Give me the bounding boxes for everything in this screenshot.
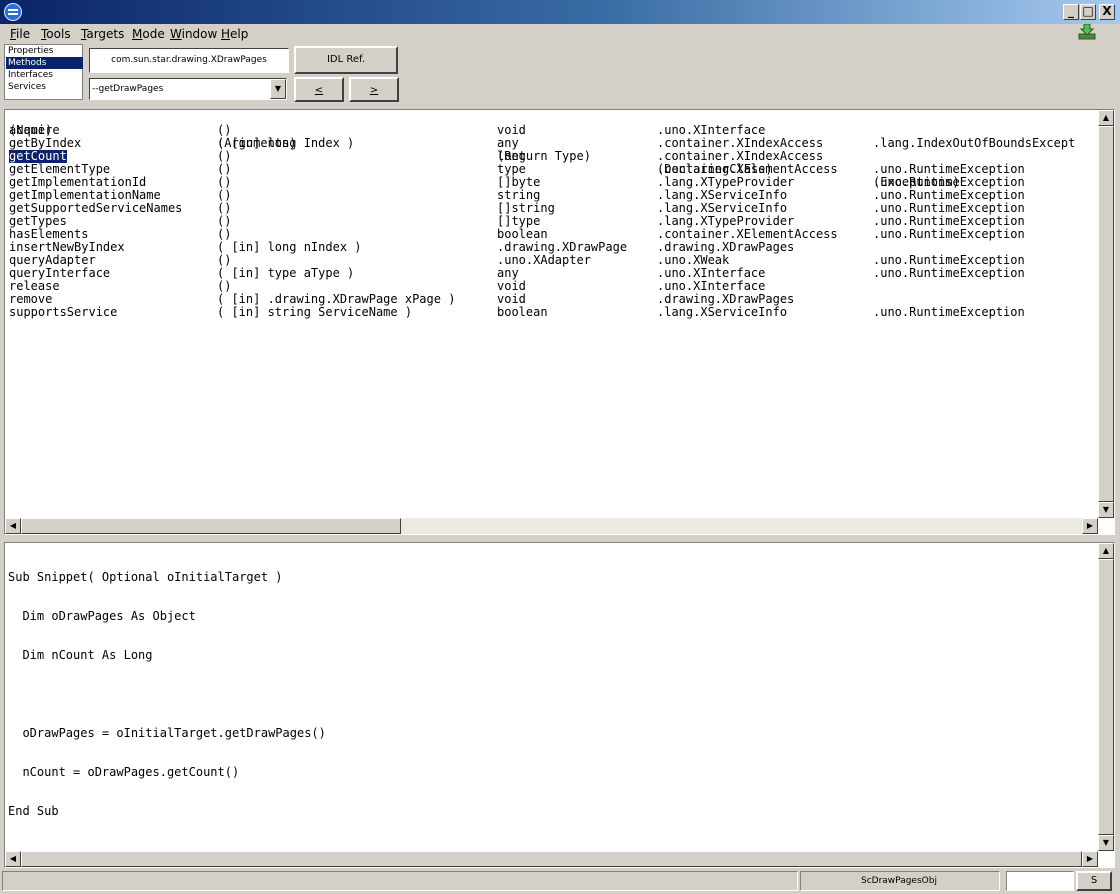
code-vertical-scrollbar[interactable]: ▲ ▼ — [1098, 543, 1114, 851]
status-s-button[interactable]: S — [1076, 871, 1112, 891]
code-line: Sub Snippet( Optional oInitialTarget ) — [8, 570, 283, 584]
scroll-down-button[interactable]: ▼ — [1098, 502, 1114, 518]
status-message — [2, 871, 798, 891]
idl-ref-button[interactable]: IDL Ref. — [294, 46, 398, 74]
status-object-name: ScDrawPagesObj — [800, 871, 1000, 891]
close-button[interactable]: X — [1099, 4, 1115, 20]
type-name-field[interactable]: com.sun.star.drawing.XDrawPages — [89, 48, 289, 73]
cell-declaring-class: .lang.XServiceInfo — [657, 305, 788, 319]
code-scroll-thumb-horizontal[interactable] — [21, 851, 1082, 867]
menu-tools[interactable]: Tools — [41, 26, 71, 42]
menu-help[interactable]: Help — [221, 26, 248, 42]
list-item-properties[interactable]: Properties — [6, 45, 83, 57]
mode-list[interactable]: Properties Methods Interfaces Services — [4, 44, 83, 100]
download-icon[interactable] — [1078, 24, 1096, 40]
scroll-thumb-horizontal[interactable] — [21, 518, 401, 534]
table-header: (Name) (Arguments) (Return Type) (Declar… — [5, 111, 1097, 189]
back-button[interactable]: < — [294, 77, 344, 102]
table-horizontal-scrollbar[interactable]: ◀ ▶ — [5, 518, 1098, 534]
scroll-thumb[interactable] — [1098, 126, 1114, 502]
method-table-pane[interactable]: (Name) (Arguments) (Return Type) (Declar… — [4, 109, 1115, 535]
cell-exceptions: .uno.RuntimeException — [873, 305, 1025, 319]
cell-arguments: ( [in] long Index ) — [217, 136, 355, 150]
menu-window[interactable]: Window — [170, 26, 217, 42]
code-scroll-thumb[interactable] — [1098, 559, 1114, 835]
list-item-methods[interactable]: Methods — [6, 57, 83, 69]
method-combo[interactable]: --getDrawPages ▼ — [89, 78, 287, 100]
minimize-button[interactable]: _ — [1063, 4, 1079, 20]
maximize-button[interactable]: □ — [1080, 4, 1096, 20]
cell-arguments: ( [in] long nIndex ) — [217, 240, 362, 254]
code-line: Dim nCount As Long — [8, 648, 153, 662]
table-row[interactable]: queryInterface( [in] type aType ) any .uno… — [5, 267, 1097, 280]
code-scroll-left-button[interactable]: ◀ — [5, 851, 21, 867]
cell-name: supportsService — [9, 305, 118, 319]
scroll-right-button[interactable]: ▶ — [1082, 518, 1098, 534]
table-row[interactable]: supportsService ( [in] string ServiceName… — [5, 306, 1097, 319]
forward-button[interactable]: > — [349, 77, 399, 102]
scroll-left-button[interactable]: ◀ — [5, 518, 21, 534]
combo-arrow-button[interactable]: ▼ — [270, 79, 286, 99]
code-line: Dim oDrawPages As Object — [8, 609, 196, 623]
method-table[interactable]: (Name) (Arguments) (Return Type) (Declar… — [5, 111, 1097, 519]
cell-arguments: ( [in] string ServiceName ) — [217, 305, 413, 319]
cell-exceptions: .uno.RuntimeException — [873, 266, 1025, 280]
code-horizontal-scrollbar[interactable]: ◀ ▶ — [5, 851, 1098, 867]
table-row[interactable]: getByIndex( [in] long Index ) any .contain… — [5, 137, 1097, 150]
code-editor[interactable]: Sub Snippet( Optional oInitialTarget ) D… — [8, 545, 326, 844]
title-bar[interactable]: _ □ X — [0, 0, 1120, 24]
cell-exceptions: .uno.RuntimeException — [873, 227, 1025, 241]
menu-targets[interactable]: Targets — [81, 26, 124, 42]
code-line: End Sub — [8, 804, 59, 818]
code-line: nCount = oDrawPages.getCount() — [8, 765, 240, 779]
cell-return-type: boolean — [497, 305, 548, 319]
forward-label: > — [369, 85, 379, 96]
table-vertical-scrollbar[interactable]: ▲ ▼ — [1098, 110, 1114, 518]
menu-file[interactable]: File — [10, 26, 30, 42]
code-pane[interactable]: Sub Snippet( Optional oInitialTarget ) D… — [4, 542, 1115, 868]
cell-arguments: ( [in] type aType ) — [217, 266, 355, 280]
code-scroll-up-button[interactable]: ▲ — [1098, 543, 1114, 559]
table-row[interactable]: release() void .uno.XInterface — [5, 280, 1097, 293]
list-item-services[interactable]: Services — [6, 81, 83, 93]
list-item-interfaces[interactable]: Interfaces — [6, 69, 83, 81]
code-scroll-down-button[interactable]: ▼ — [1098, 835, 1114, 851]
status-bar: ScDrawPagesObj S — [0, 868, 1120, 894]
code-scroll-right-button[interactable]: ▶ — [1082, 851, 1098, 867]
cell-exceptions: .lang.IndexOutOfBoundsExcept — [873, 136, 1076, 150]
menu-bar: File Tools Targets Mode Window Help — [0, 24, 1120, 44]
back-label: < — [314, 85, 324, 96]
app-icon[interactable] — [4, 3, 22, 21]
scroll-up-button[interactable]: ▲ — [1098, 110, 1114, 126]
status-field[interactable] — [1006, 871, 1074, 891]
menu-mode[interactable]: Mode — [132, 26, 165, 42]
code-line: oDrawPages = oInitialTarget.getDrawPages… — [8, 726, 326, 740]
method-combo-value: --getDrawPages — [92, 84, 164, 94]
